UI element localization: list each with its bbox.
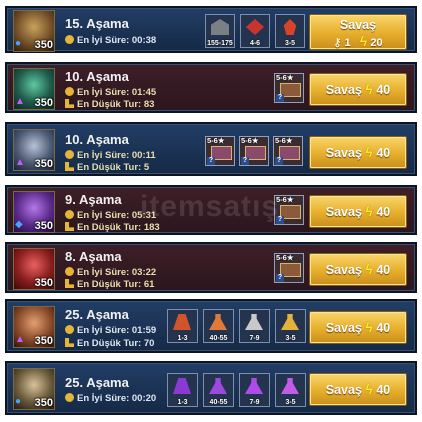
lowest-turns: En Düşük Tur: 70 [65, 338, 154, 349]
stage-row: ● 350 15. Aşama En İyi Süre: 00:38 155-1… [5, 6, 417, 53]
champion-portrait: ▲ 350 [13, 129, 55, 171]
stage-row: ▲ 350 10. Aşama En İyi Süre: 01:45 En Dü… [5, 62, 417, 113]
turns-icon [65, 222, 74, 231]
turns-icon [65, 99, 74, 108]
reward-slot[interactable]: 1-3 [167, 373, 198, 407]
energy-icon: ϟ [365, 261, 373, 277]
turns-icon [65, 338, 74, 347]
champion-level: 350 [34, 158, 53, 170]
stage-title: 10. Aşama [65, 132, 129, 147]
clock-icon [65, 325, 74, 334]
affinity-icon: ◆ [15, 219, 23, 230]
energy-icon: ϟ [359, 33, 368, 49]
reward-slot[interactable]: 155-175 [205, 14, 235, 48]
battle-button[interactable]: Savaş ϟ 40 [309, 373, 407, 406]
best-time: En İyi Süre: 01:59 [65, 325, 156, 336]
stage-title: 8. Aşama [65, 249, 122, 264]
champion-level: 350 [34, 397, 53, 409]
affinity-icon: ▲ [15, 334, 25, 345]
champion-level: 350 [34, 220, 53, 232]
question-icon: ? [276, 94, 284, 102]
stage-row: ● 350 25. Aşama En İyi Süre: 00:20 1-3 4… [5, 361, 417, 415]
stage-title: 25. Aşama [65, 307, 129, 322]
champion-portrait: ◆ 350 [13, 191, 55, 233]
energy-icon: ϟ [365, 319, 373, 335]
stage-row: ▲ 350 10. Aşama En İyi Süre: 00:11 En Dü… [5, 122, 417, 176]
champion-level: 350 [34, 335, 53, 347]
best-time: En İyi Süre: 00:11 [65, 150, 156, 161]
clock-icon [65, 87, 74, 96]
reward-chest[interactable]: 5-6★ ? [239, 136, 269, 166]
champion-level: 350 [34, 277, 53, 289]
reward-slot[interactable]: 1-3 [167, 309, 198, 343]
energy-icon: ϟ [365, 144, 373, 160]
energy-icon: ϟ [365, 81, 373, 97]
reward-slot[interactable]: 3-5 [275, 373, 306, 407]
reward-chest[interactable]: 5-6★ ? [274, 253, 304, 283]
lowest-turns: En Düşük Tur: 5 [65, 162, 149, 173]
best-time: En İyi Süre: 00:20 [65, 393, 156, 404]
affinity-icon: ▲ [15, 96, 25, 107]
reward-slot[interactable]: 4-6 [240, 14, 270, 48]
battle-button[interactable]: Savaş ⚷ 1 ϟ 20 [309, 14, 407, 50]
reward-slot[interactable]: 40-55 [203, 373, 234, 407]
champion-portrait: ● 350 [13, 368, 55, 410]
key-icon: ⚷ [333, 37, 342, 49]
reward-chest[interactable]: 5-6★ ? [274, 73, 304, 103]
champion-portrait: ● 350 [13, 10, 55, 52]
stage-title: 25. Aşama [65, 375, 129, 390]
stage-title: 15. Aşama [65, 16, 129, 31]
battle-button[interactable]: Savaş ϟ 40 [309, 253, 407, 286]
best-time: En İyi Süre: 03:22 [65, 267, 156, 278]
champion-level: 350 [34, 97, 53, 109]
clock-icon [65, 35, 74, 44]
stage-title: 10. Aşama [65, 69, 129, 84]
stage-row: ▲ 350 25. Aşama En İyi Süre: 01:59 En Dü… [5, 299, 417, 353]
champion-portrait: 350 [13, 248, 55, 290]
affinity-icon: ▲ [15, 157, 25, 168]
champion-portrait: ▲ 350 [13, 306, 55, 348]
battle-button[interactable]: Savaş ϟ 40 [309, 195, 407, 228]
battle-button[interactable]: Savaş ϟ 40 [309, 73, 407, 106]
reward-slot[interactable]: 7-9 [239, 309, 270, 343]
clock-icon [65, 393, 74, 402]
energy-icon: ϟ [365, 381, 373, 397]
watermark: itemsatış [140, 190, 280, 223]
reward-slot[interactable]: 3-5 [275, 309, 306, 343]
question-icon: ? [207, 157, 215, 165]
clock-icon [65, 267, 74, 276]
reward-slot[interactable]: 7-9 [239, 373, 270, 407]
best-time: En İyi Süre: 01:45 [65, 87, 156, 98]
stage-row: 350 8. Aşama En İyi Süre: 03:22 En Düşük… [5, 242, 417, 293]
reward-chest[interactable]: 5-6★ ? [273, 136, 303, 166]
lowest-turns: En Düşük Tur: 61 [65, 279, 154, 290]
question-icon: ? [241, 157, 249, 165]
clock-icon [65, 210, 74, 219]
affinity-icon: ● [15, 38, 22, 49]
reward-slot[interactable]: 3-5 [275, 14, 305, 48]
reward-slot[interactable]: 40-55 [203, 309, 234, 343]
best-time: En İyi Süre: 00:38 [65, 35, 156, 46]
turns-icon [65, 279, 74, 288]
champion-portrait: ▲ 350 [13, 68, 55, 110]
affinity-icon: ● [15, 396, 22, 407]
turns-icon [65, 162, 74, 171]
champion-level: 350 [34, 39, 53, 51]
reward-chest[interactable]: 5-6★ ? [205, 136, 235, 166]
energy-icon: ϟ [365, 203, 373, 219]
battle-button[interactable]: Savaş ϟ 40 [309, 311, 407, 344]
clock-icon [65, 150, 74, 159]
question-icon: ? [275, 157, 283, 165]
question-icon: ? [276, 274, 284, 282]
stage-title: 9. Aşama [65, 192, 122, 207]
battle-button[interactable]: Savaş ϟ 40 [309, 136, 407, 169]
lowest-turns: En Düşük Tur: 83 [65, 99, 154, 110]
